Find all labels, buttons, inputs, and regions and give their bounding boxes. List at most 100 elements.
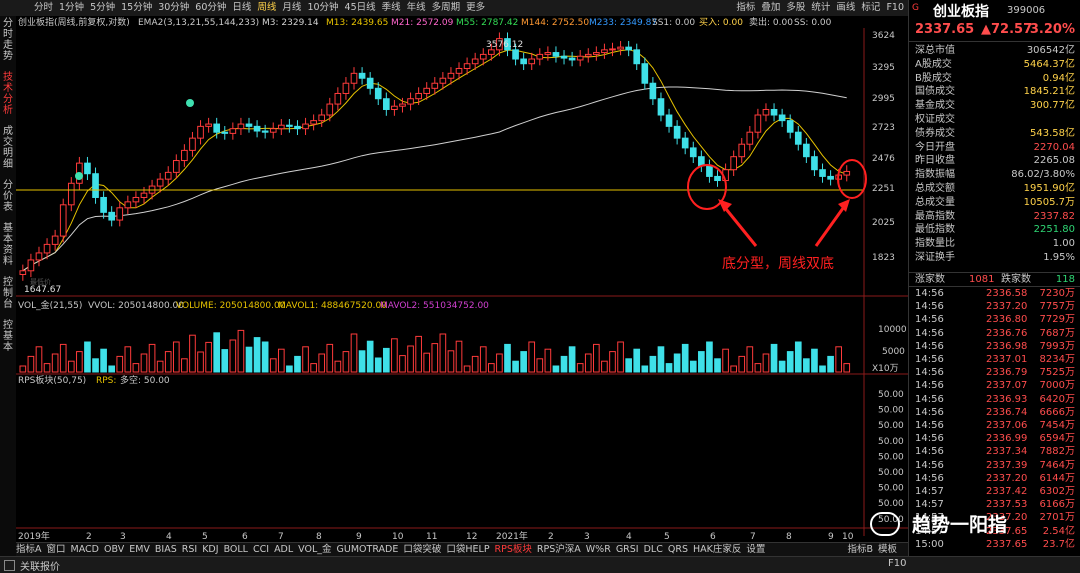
left-tab[interactable]: 控基本 xyxy=(1,320,15,353)
left-tab[interactable]: 分时走势 xyxy=(1,18,15,62)
indicator-tab[interactable]: GRSI xyxy=(616,544,639,555)
indicator-tab[interactable]: EMV xyxy=(129,544,150,555)
indicator-tab[interactable]: QRS xyxy=(668,544,688,555)
period-tab[interactable]: 1分钟 xyxy=(59,0,84,16)
indicator-tab[interactable]: RPS沪深A xyxy=(537,544,581,555)
volume-bar xyxy=(19,365,27,373)
indicator-tab[interactable]: W%R xyxy=(586,544,611,555)
time-tick: 2021年 xyxy=(496,530,528,542)
volume-bar xyxy=(423,352,431,373)
volume-bar xyxy=(382,347,390,373)
volume-bar xyxy=(552,365,560,373)
period-tab[interactable]: 45日线 xyxy=(345,0,376,16)
candle-body xyxy=(286,124,293,127)
tool-button[interactable]: 指标 xyxy=(736,0,755,16)
period-tab[interactable]: 周线 xyxy=(257,0,276,16)
template-tab[interactable]: 指标B xyxy=(847,544,873,555)
left-tab[interactable]: 成交明细 xyxy=(1,126,15,170)
indicator-tab[interactable]: GUMOTRADE xyxy=(337,544,399,555)
volume-bar xyxy=(488,363,495,373)
indicator-tab[interactable]: RPS板块 xyxy=(495,544,532,555)
tool-button[interactable]: 多股 xyxy=(786,0,805,16)
volume-bar xyxy=(520,351,527,373)
left-tab[interactable]: 技术分析 xyxy=(1,72,15,116)
candle-body xyxy=(714,175,721,182)
volume-bar xyxy=(108,365,116,373)
indicator-tab[interactable]: KDJ xyxy=(202,544,218,555)
rps-tick: 50.00 xyxy=(878,406,904,416)
volume-bar xyxy=(609,351,616,373)
stat-row: 权证成交 xyxy=(915,114,955,125)
stat-row: 总成交额 1951.90亿 xyxy=(915,183,1075,194)
left-tab[interactable]: 基本资料 xyxy=(1,223,15,267)
f10-label[interactable]: F10 xyxy=(888,558,906,569)
indicator-tab[interactable]: DLC xyxy=(644,544,663,555)
candle-body xyxy=(633,49,641,65)
candle-body xyxy=(681,137,689,149)
candle-body xyxy=(811,156,818,171)
period-tab[interactable]: 15分钟 xyxy=(121,0,152,16)
period-tab[interactable]: 更多 xyxy=(466,0,485,16)
volume-bar xyxy=(140,353,148,373)
volume-bar xyxy=(350,333,358,373)
period-tab[interactable]: 年线 xyxy=(407,0,426,16)
template-tab[interactable]: 模板 xyxy=(878,544,897,555)
volume-bar xyxy=(431,343,439,373)
period-tab[interactable]: 10分钟 xyxy=(307,0,338,16)
indicator-tab[interactable]: 设置 xyxy=(746,544,765,555)
indicator-tab[interactable]: RSI xyxy=(182,544,197,555)
indicator-tab[interactable]: 指标A xyxy=(16,544,42,555)
period-tab[interactable]: 分时 xyxy=(34,0,53,16)
period-tab[interactable]: 季线 xyxy=(382,0,401,16)
down-count: 118 xyxy=(1055,274,1075,285)
candle-body xyxy=(786,120,794,133)
unit-label: X10万 xyxy=(872,364,899,374)
period-tab[interactable]: 30分钟 xyxy=(158,0,189,16)
tick-row: 14:56 2337.06 7454万 xyxy=(915,420,1075,431)
indicator-tab[interactable]: 口袋突破 xyxy=(403,544,441,555)
candle-body xyxy=(253,125,261,132)
status-label: 关联报价 xyxy=(20,562,60,573)
candle-body xyxy=(116,207,124,221)
candle-body xyxy=(391,105,398,110)
candle-body xyxy=(326,103,334,116)
period-tab[interactable]: 5分钟 xyxy=(90,0,115,16)
indicator-tab[interactable]: ADL xyxy=(274,544,293,555)
volume-bar xyxy=(439,333,447,373)
period-tab[interactable]: 日线 xyxy=(232,0,251,16)
volume-bar xyxy=(407,345,414,373)
tool-button[interactable]: 画线 xyxy=(836,0,855,16)
volume-bar xyxy=(601,360,608,373)
candle-body xyxy=(584,53,592,57)
indicator-tab[interactable]: 口袋HELP xyxy=(446,544,489,555)
indicator-tab[interactable]: HAK庄家反 xyxy=(693,544,741,555)
period-tab[interactable]: 月线 xyxy=(282,0,301,16)
indicator-tab[interactable]: 窗口 xyxy=(47,544,66,555)
volume-bar xyxy=(528,341,536,373)
left-tab[interactable]: 控制台 xyxy=(1,277,15,310)
left-tab[interactable]: 分价表 xyxy=(1,180,15,213)
chart-area[interactable]: 创业板指(周线,前复权,对数) EMA2(3,13,21,55,144,233)… xyxy=(16,16,908,542)
volume-bar xyxy=(455,340,463,373)
index-code: 399006 xyxy=(1007,5,1046,16)
tool-button[interactable]: F10 xyxy=(886,0,904,16)
period-tab[interactable]: 多周期 xyxy=(432,0,461,16)
tool-button[interactable]: 标记 xyxy=(861,0,880,16)
link-icon[interactable] xyxy=(4,560,15,571)
period-tab[interactable]: 60分钟 xyxy=(195,0,226,16)
candle-body xyxy=(108,211,116,221)
stat-row: 最低指数 2251.80 xyxy=(915,224,1075,236)
indicator-tab[interactable]: MACD xyxy=(71,544,99,555)
time-tick: 6 xyxy=(710,532,716,542)
indicator-tab[interactable]: BIAS xyxy=(155,544,177,555)
indicator-tab[interactable]: OBV xyxy=(104,544,124,555)
tick-row: 14:56 2337.07 7000万 xyxy=(915,380,1075,392)
indicator-tab[interactable]: BOLL xyxy=(224,544,248,555)
indicator-tab[interactable]: VOL_金 xyxy=(298,544,331,555)
tool-button[interactable]: 叠加 xyxy=(761,0,780,16)
tool-button[interactable]: 统计 xyxy=(811,0,830,16)
volume-bar xyxy=(762,353,770,373)
candle-body xyxy=(536,53,544,60)
volume-bar xyxy=(536,358,544,373)
indicator-tab[interactable]: CCI xyxy=(253,544,269,555)
